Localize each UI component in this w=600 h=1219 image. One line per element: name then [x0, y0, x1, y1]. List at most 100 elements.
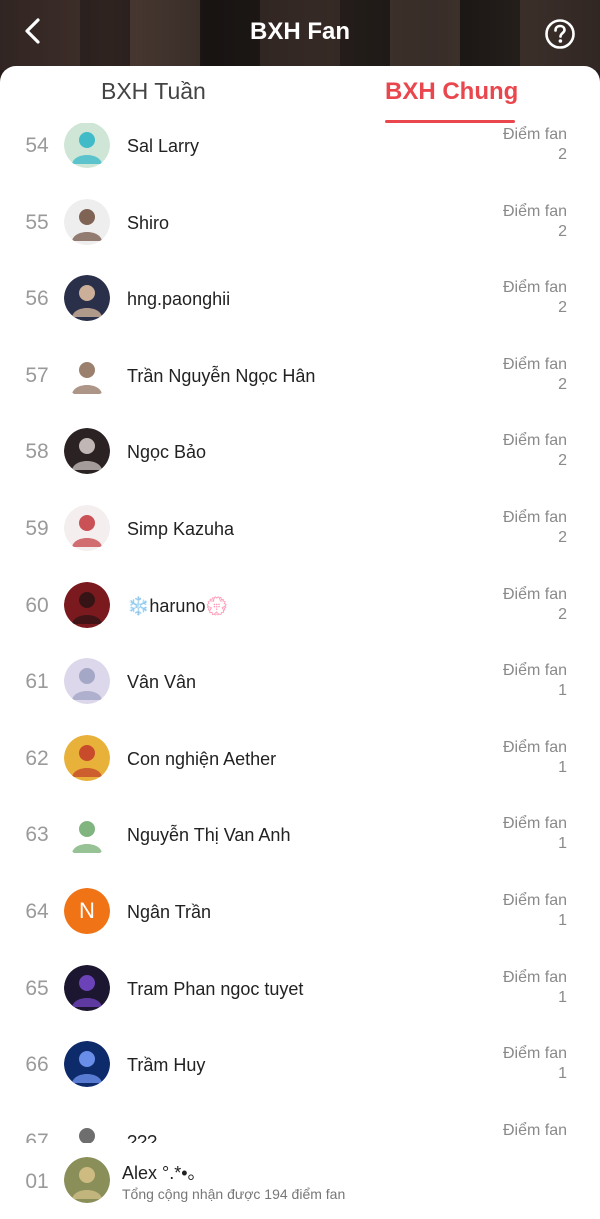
- score-value: 2: [558, 222, 567, 240]
- list-item[interactable]: 54 Sal Larry Điểm fan 2: [0, 123, 600, 189]
- rank-number: 55: [25, 210, 49, 234]
- list-item[interactable]: 57 Trần Nguyễn Ngọc Hân Điểm fan 2: [0, 342, 600, 419]
- rank-number: 65: [25, 976, 49, 1000]
- score-value: 2: [558, 605, 567, 623]
- score-label: Điểm fan: [502, 968, 567, 986]
- avatar-image: [64, 1157, 110, 1203]
- score-value: 2: [558, 375, 567, 393]
- user-name: Vân Vân: [127, 672, 197, 693]
- rank-number: 59: [25, 517, 49, 540]
- rank-number: 56: [25, 287, 49, 311]
- score-label: Điểm fan: [502, 1045, 567, 1063]
- score-label: Điểm fan: [502, 738, 567, 756]
- avatar[interactable]: N: [64, 888, 110, 934]
- score-label: Điểm fan: [502, 126, 567, 143]
- avatar-image: [64, 734, 110, 781]
- score-label: Điểm fan: [502, 892, 567, 909]
- avatar[interactable]: [64, 1157, 110, 1203]
- rank-number: 66: [25, 1053, 49, 1077]
- avatar-image: [64, 658, 110, 705]
- rank-number: 63: [25, 823, 49, 847]
- ranking-tabs: BXH Tuần BXH Chung: [0, 66, 600, 126]
- avatar[interactable]: [64, 351, 110, 398]
- score-value: 1: [558, 1065, 567, 1083]
- list-item[interactable]: 62 Con nghiện Aether Điểm fan 1: [0, 725, 600, 802]
- tab-general[interactable]: BXH Chung: [385, 78, 518, 106]
- list-item[interactable]: 65 Tram Phan ngoc tuyet Điểm fan 1: [0, 955, 600, 1032]
- list-item[interactable]: 55 Shiro Điểm fan 2: [0, 189, 600, 266]
- list-item[interactable]: 61 Vân Vân Điểm fan 1: [0, 648, 600, 725]
- score-value: 1: [558, 912, 567, 929]
- list-item[interactable]: 59 Simp Kazuha Điểm fan 2: [0, 495, 600, 572]
- score-label: Điểm fan: [502, 815, 567, 833]
- avatar[interactable]: [64, 198, 110, 245]
- score-label: Điểm fan: [502, 662, 567, 680]
- avatar[interactable]: [64, 658, 110, 705]
- avatar-image: [64, 351, 110, 398]
- score-label: Điểm fan: [502, 432, 567, 450]
- help-button[interactable]: [544, 18, 576, 50]
- ranking-sheet: BXH Tuần BXH Chung 54 Sal Larry Điểm fan 2 5…: [0, 66, 600, 1219]
- avatar-image: [64, 123, 110, 168]
- list-item[interactable]: 60 ❄️haruno💮 Điểm fan 2: [0, 572, 600, 649]
- score-label: Điểm fan: [502, 509, 567, 526]
- score-label: Điểm fan: [502, 1121, 567, 1139]
- list-item[interactable]: 63 Nguyễn Thị Van Anh Điểm fan 1: [0, 801, 600, 878]
- avatar-image: [64, 505, 110, 551]
- question-circle-icon: [545, 19, 575, 49]
- user-name: Nguyễn Thị Van Anh: [127, 825, 291, 846]
- avatar[interactable]: [64, 811, 110, 858]
- score-label: Điểm fan: [502, 585, 567, 603]
- score-value: 2: [558, 146, 567, 163]
- user-name: Shiro: [127, 212, 170, 233]
- my-name: Alex °.*•。: [122, 1163, 206, 1183]
- score-value: 1: [558, 758, 567, 776]
- user-name: Trần Nguyễn Ngọc Hân: [127, 365, 316, 386]
- score-label: Điểm fan: [502, 279, 567, 297]
- user-name: Tram Phan ngoc tuyet: [127, 978, 304, 999]
- rank-number: 60: [25, 593, 49, 617]
- avatar-image: [64, 581, 110, 628]
- user-name: Con nghiện Aether: [127, 748, 277, 769]
- avatar[interactable]: [64, 581, 110, 628]
- avatar[interactable]: [64, 1041, 110, 1088]
- avatar-image: [64, 1041, 110, 1088]
- user-name: ❄️haruno💮: [127, 595, 228, 616]
- list-item[interactable]: 58 Ngọc Bảo Điểm fan 2: [0, 418, 600, 495]
- avatar[interactable]: [64, 428, 110, 475]
- rank-number: 62: [25, 746, 49, 770]
- avatar[interactable]: [64, 123, 110, 168]
- user-name: Trầm Huy: [127, 1055, 206, 1076]
- score-value: 1: [558, 835, 567, 853]
- list-item[interactable]: 56 hng.paonghii Điểm fan 2: [0, 265, 600, 342]
- score-value: 1: [558, 682, 567, 700]
- list-item[interactable]: 64 N Ngân Trần Điểm fan 1: [0, 878, 600, 955]
- avatar[interactable]: [64, 734, 110, 781]
- list-item[interactable]: 66 Trầm Huy Điểm fan 1: [0, 1031, 600, 1108]
- user-name: Sal Larry: [127, 136, 200, 156]
- rank-number: 57: [25, 363, 49, 387]
- my-total-points: Tổng cộng nhận được 194 điểm fan: [122, 1186, 346, 1202]
- avatar[interactable]: [64, 275, 110, 322]
- ranking-list[interactable]: 54 Sal Larry Điểm fan 2 55 Shiro Điểm fan 2 56 hn…: [0, 123, 600, 1201]
- avatar-image: [64, 964, 110, 1011]
- user-name: Ngân Trần: [127, 902, 212, 922]
- score-label: Điểm fan: [502, 355, 567, 373]
- tab-weekly[interactable]: BXH Tuần: [101, 78, 206, 105]
- avatar-image: [64, 198, 110, 245]
- score-value: 2: [558, 529, 567, 546]
- my-rank-footer: 01 Alex °.*•。 Tổng cộng nhận được 194 đi…: [0, 1143, 600, 1219]
- avatar-image: [64, 811, 110, 858]
- rank-number: 58: [25, 440, 49, 464]
- avatar[interactable]: [64, 964, 110, 1011]
- user-name: hng.paonghii: [127, 289, 231, 310]
- avatar[interactable]: [64, 505, 110, 551]
- page-title: BXH Fan: [249, 18, 350, 45]
- rank-number: 61: [25, 670, 49, 694]
- avatar-letter: N: [64, 888, 110, 934]
- my-rank-number: 01: [25, 1170, 49, 1193]
- score-value: 2: [558, 452, 567, 470]
- score-value: 2: [558, 299, 567, 317]
- user-name: Ngọc Bảo: [127, 442, 207, 463]
- score-label: Điểm fan: [502, 202, 567, 220]
